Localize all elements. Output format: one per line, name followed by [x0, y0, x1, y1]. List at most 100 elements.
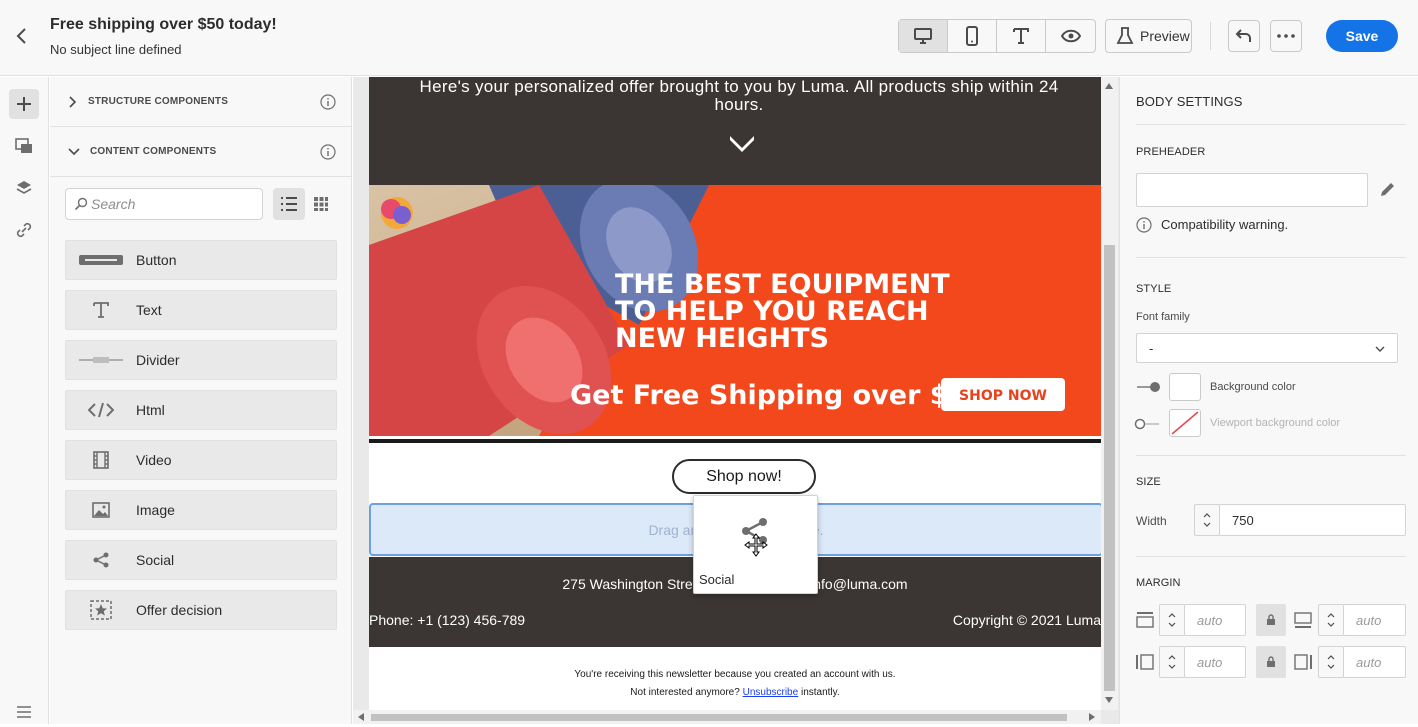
- text-view-button[interactable]: [997, 20, 1046, 52]
- horizontal-scroll-thumb[interactable]: [371, 714, 1067, 721]
- unsubscribe-link[interactable]: Unsubscribe: [743, 687, 799, 698]
- component-search-input[interactable]: Search: [65, 188, 263, 220]
- component-social[interactable]: Social: [65, 540, 337, 580]
- scroll-up-arrow[interactable]: [1105, 83, 1113, 89]
- viewport-toggle[interactable]: [1134, 418, 1160, 430]
- component-video[interactable]: Video: [65, 440, 337, 480]
- background-color-swatch[interactable]: [1169, 373, 1201, 401]
- vertical-scrollbar[interactable]: [1101, 77, 1118, 710]
- margin-left-input[interactable]: auto: [1184, 646, 1246, 678]
- code-icon: [66, 402, 136, 418]
- component-label: Image: [136, 502, 175, 518]
- dragged-social-component[interactable]: Social: [693, 495, 818, 594]
- scroll-left-arrow[interactable]: [358, 713, 364, 721]
- save-button[interactable]: Save: [1326, 20, 1398, 52]
- settings-rail-button[interactable]: [9, 697, 39, 727]
- undo-button[interactable]: [1228, 20, 1260, 52]
- settings-panel: BODY SETTINGS PREHEADER Compatibility wa…: [1119, 77, 1418, 724]
- margin-label: MARGIN: [1136, 577, 1181, 589]
- margin-bottom-stepper[interactable]: [1318, 604, 1344, 636]
- move-cursor-icon: [744, 533, 768, 557]
- structure-components-label: STRUCTURE COMPONENTS: [88, 96, 229, 107]
- width-label: Width: [1136, 514, 1167, 528]
- list-view-toggle[interactable]: [273, 188, 305, 220]
- viewport-color-swatch[interactable]: [1169, 409, 1201, 437]
- background-toggle[interactable]: [1136, 381, 1162, 393]
- desktop-view-button[interactable]: [899, 20, 948, 52]
- list-icon: [280, 196, 298, 212]
- scroll-right-arrow[interactable]: [1089, 713, 1095, 721]
- undo-icon: [1234, 27, 1254, 45]
- width-input[interactable]: 750: [1219, 504, 1406, 536]
- component-divider[interactable]: Divider: [65, 340, 337, 380]
- scroll-down-arrow[interactable]: [1105, 697, 1113, 703]
- font-family-select[interactable]: -: [1136, 333, 1398, 363]
- pencil-icon[interactable]: [1378, 181, 1396, 199]
- layers-settings-icon: [15, 703, 33, 721]
- viewport-background-label: Viewport background color: [1210, 417, 1341, 429]
- mobile-icon: [965, 26, 979, 46]
- component-offer-decision[interactable]: Offer decision: [65, 590, 337, 630]
- links-button[interactable]: [9, 215, 39, 245]
- component-image[interactable]: Image: [65, 490, 337, 530]
- margin-top-stepper[interactable]: [1159, 604, 1185, 636]
- section-divider: [1136, 124, 1406, 125]
- text-icon: [1012, 27, 1030, 45]
- search-icon: [74, 197, 88, 211]
- preview-button[interactable]: Preview: [1105, 19, 1192, 53]
- layers-button[interactable]: [9, 173, 39, 203]
- preheader-input[interactable]: [1136, 173, 1368, 207]
- lock-icon: [1266, 656, 1276, 668]
- hero-shipping-text: Get Free Shipping over $50: [570, 380, 986, 411]
- personalized-text[interactable]: Here's your personalized offer brought t…: [399, 78, 1079, 114]
- margin-right-input[interactable]: auto: [1343, 646, 1406, 678]
- button-icon: [66, 254, 136, 266]
- margin-top-icon: [1136, 612, 1154, 628]
- margin-right-stepper[interactable]: [1318, 646, 1344, 678]
- chevron-down-icon: [68, 147, 80, 157]
- unsubscribe-suffix: instantly.: [800, 687, 840, 698]
- component-html[interactable]: Html: [65, 390, 337, 430]
- width-stepper[interactable]: [1194, 504, 1220, 536]
- margin-left-stepper[interactable]: [1159, 646, 1185, 678]
- preview-mode-button[interactable]: [1046, 20, 1095, 52]
- shop-now-button[interactable]: Shop now!: [672, 459, 816, 494]
- hero-image[interactable]: THE BEST EQUIPMENT TO HELP YOU REACH NEW…: [369, 185, 1101, 436]
- grid-icon: [313, 196, 329, 212]
- margin-lock-button[interactable]: [1256, 604, 1286, 636]
- font-family-value: -: [1149, 340, 1154, 356]
- margin-top-input[interactable]: auto: [1184, 604, 1246, 636]
- assets-button[interactable]: [9, 131, 39, 161]
- component-label: Text: [136, 302, 162, 318]
- email-body[interactable]: Here's your personalized offer brought t…: [369, 77, 1101, 710]
- component-button[interactable]: Button: [65, 240, 337, 280]
- structure-components-section[interactable]: STRUCTURE COMPONENTS: [50, 77, 352, 127]
- info-icon[interactable]: [320, 94, 336, 110]
- plus-icon: [16, 96, 32, 112]
- content-components-section[interactable]: CONTENT COMPONENTS: [50, 127, 352, 177]
- component-label: Divider: [136, 352, 180, 368]
- email-header[interactable]: Here's your personalized offer brought t…: [369, 77, 1101, 185]
- divider-icon: [66, 355, 136, 365]
- back-arrow-icon[interactable]: [12, 26, 32, 46]
- grid-view-toggle[interactable]: [306, 188, 336, 220]
- subject-line: No subject line defined: [50, 42, 182, 57]
- unsubscribe-line: Not interested anymore? Unsubscribe inst…: [369, 687, 1101, 698]
- mobile-view-button[interactable]: [948, 20, 997, 52]
- image-icon: [66, 502, 136, 518]
- hero-cta: SHOP NOW: [959, 388, 1047, 404]
- horizontal-scrollbar[interactable]: [353, 710, 1101, 724]
- info-icon[interactable]: [320, 144, 336, 160]
- component-text[interactable]: Text: [65, 290, 337, 330]
- info-icon: [1136, 217, 1152, 233]
- more-options-button[interactable]: [1270, 20, 1302, 52]
- vertical-scroll-thumb[interactable]: [1104, 245, 1115, 691]
- margin-bottom-input[interactable]: auto: [1343, 604, 1406, 636]
- add-components-button[interactable]: [9, 89, 39, 119]
- style-label: STYLE: [1136, 283, 1172, 295]
- toolbar-divider: [1210, 22, 1211, 50]
- font-family-label: Font family: [1136, 311, 1190, 323]
- margin-lock-button[interactable]: [1256, 646, 1286, 678]
- preheader-label: PREHEADER: [1136, 146, 1206, 158]
- component-label: Button: [136, 252, 177, 268]
